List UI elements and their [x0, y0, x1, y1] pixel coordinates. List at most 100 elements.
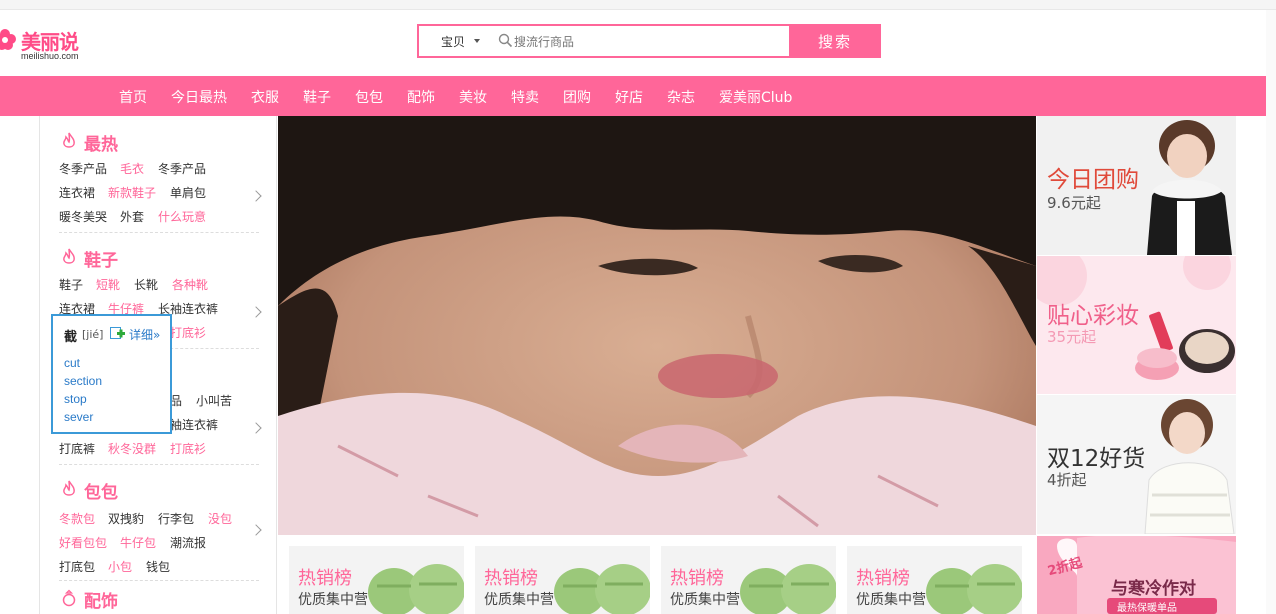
divider	[59, 580, 259, 581]
category-link[interactable]: 袖连衣裤	[170, 416, 218, 433]
category-title: 配饰	[84, 592, 118, 612]
card-title: 热销榜	[298, 568, 352, 589]
chevron-right-icon[interactable]	[250, 422, 262, 434]
nav-item-beauty[interactable]: 美妆	[459, 87, 487, 107]
banner-title: 与寒冷作对	[1111, 579, 1196, 599]
hot-sale-card[interactable]: 热销榜 优质集中营	[847, 546, 1022, 614]
banner-subtitle: 4折起	[1047, 471, 1087, 489]
dict-word: 截	[64, 330, 78, 345]
hot-sale-card[interactable]: 热销榜 优质集中营	[475, 546, 650, 614]
card-subtitle: 优质集中营	[484, 592, 554, 608]
promo-banner-winter[interactable]: 2折起 与寒冷作对 最热保暖单品	[1037, 536, 1236, 614]
category-link[interactable]: 秋冬没群	[108, 440, 156, 457]
banner-subtitle: 35元起	[1047, 328, 1097, 346]
promo-banner-double12[interactable]: 双12好货 4折起	[1037, 395, 1236, 534]
category-link[interactable]: 牛仔包	[120, 534, 156, 551]
category-link[interactable]: 好看包包	[59, 534, 107, 551]
chevron-right-icon[interactable]	[250, 306, 262, 318]
dict-definition: sever	[64, 410, 94, 424]
category-link[interactable]: 钱包	[146, 558, 170, 575]
search-type-select[interactable]: 宝贝	[441, 33, 465, 50]
card-title: 热销榜	[670, 568, 724, 589]
category-link[interactable]: 什么玩意	[158, 208, 206, 225]
flame-icon	[63, 480, 75, 496]
hot-sale-card[interactable]: 热销榜 优质集中营	[289, 546, 464, 614]
banner-subtitle: 9.6元起	[1047, 194, 1101, 212]
category-link[interactable]: 行李包	[158, 510, 194, 527]
category-link[interactable]: 各种靴	[172, 276, 208, 293]
divider	[59, 232, 259, 233]
nav-item-clothes[interactable]: 衣服	[251, 87, 279, 107]
category-link[interactable]: 鞋子	[59, 276, 83, 293]
category-link[interactable]: 新款鞋子	[108, 184, 156, 201]
nav-item-shoes[interactable]: 鞋子	[303, 87, 331, 107]
nav-item-accessories[interactable]: 配饰	[407, 87, 435, 107]
category-link[interactable]: 连衣裙	[59, 184, 95, 201]
category-link[interactable]: 打底衫	[170, 324, 206, 341]
divider	[59, 464, 259, 465]
add-to-wordbook-icon[interactable]	[110, 327, 125, 340]
nav-item-good-shops[interactable]: 好店	[615, 87, 643, 107]
nav-item-bags[interactable]: 包包	[355, 87, 383, 107]
flame-icon	[63, 248, 75, 264]
card-subtitle: 优质集中营	[670, 592, 740, 608]
ring-icon	[62, 589, 76, 607]
dict-definition: stop	[64, 392, 87, 406]
caret-down-icon[interactable]	[474, 39, 480, 43]
banner-title: 双12好货	[1047, 446, 1146, 472]
category-title: 包包	[84, 483, 118, 503]
category-link[interactable]: 打底衫	[170, 440, 206, 457]
category-link[interactable]: 冬款包	[59, 510, 95, 527]
category-link[interactable]: 双拽豹	[108, 510, 144, 527]
dictionary-popup: 截 [jié] 详细» cut section stop sever	[51, 314, 172, 434]
category-link[interactable]: 打底裤	[59, 440, 95, 457]
main-nav: 首页 今日最热 衣服 鞋子 包包 配饰 美妆 特卖 团购 好店 杂志 爱美丽Cl…	[0, 76, 1276, 116]
category-link[interactable]: 打底包	[59, 558, 95, 575]
category-link[interactable]: 毛衣	[120, 160, 144, 177]
category-link[interactable]: 小叫苦	[196, 392, 232, 409]
category-link[interactable]: 冬季产品	[59, 160, 107, 177]
search-button[interactable]: 搜索	[789, 24, 881, 58]
nav-item-sale[interactable]: 特卖	[511, 87, 539, 107]
category-link[interactable]: 暖冬美哭	[59, 208, 107, 225]
hot-sale-card[interactable]: 热销榜 优质集中营	[661, 546, 836, 614]
card-title: 热销榜	[484, 568, 538, 589]
dict-definition: cut	[64, 356, 81, 370]
search-input[interactable]	[514, 32, 774, 52]
dict-details-link[interactable]: 详细»	[129, 326, 160, 343]
category-link[interactable]: 长靴	[134, 276, 158, 293]
promo-banner-group-buy[interactable]: 今日团购 9.6元起	[1037, 116, 1236, 255]
category-link[interactable]: 冬季产品	[158, 160, 206, 177]
hero-photo	[278, 116, 1036, 535]
banner-subtitle: 最热保暖单品	[1117, 603, 1177, 614]
logo-domain: meilishuo.com	[21, 51, 79, 61]
chevron-right-icon[interactable]	[250, 190, 262, 202]
hero-banner[interactable]	[278, 116, 1036, 535]
page-scrollbar[interactable]	[1266, 10, 1276, 614]
category-link[interactable]: 小包	[108, 558, 132, 575]
dict-definition: section	[64, 374, 103, 388]
banner-title: 贴心彩妆	[1047, 303, 1139, 329]
category-link[interactable]: 没包	[208, 510, 232, 527]
search-bar: 宝贝 搜索	[417, 24, 881, 58]
nav-item-home[interactable]: 首页	[119, 87, 147, 107]
nav-item-magazine[interactable]: 杂志	[667, 87, 695, 107]
card-subtitle: 优质集中营	[298, 592, 368, 608]
nav-item-club[interactable]: 爱美丽Club	[719, 87, 792, 107]
nav-item-group-buy[interactable]: 团购	[563, 87, 591, 107]
card-subtitle: 优质集中营	[856, 592, 926, 608]
promo-banner-makeup[interactable]: 贴心彩妆 35元起	[1037, 256, 1236, 394]
category-link[interactable]: 短靴	[96, 276, 120, 293]
card-title: 热销榜	[856, 568, 910, 589]
banner-title: 今日团购	[1047, 167, 1139, 193]
nav-item-today-hot[interactable]: 今日最热	[171, 87, 227, 107]
chevron-right-icon[interactable]	[250, 524, 262, 536]
flame-icon	[63, 132, 75, 148]
category-link[interactable]: 外套	[120, 208, 144, 225]
site-logo[interactable]: 美丽说 meilishuo.com	[0, 24, 100, 64]
search-icon	[498, 33, 513, 48]
top-bar	[0, 0, 1276, 10]
dict-pronunciation: [jié]	[82, 328, 104, 341]
category-link[interactable]: 单肩包	[170, 184, 206, 201]
category-link[interactable]: 潮流报	[170, 534, 206, 551]
